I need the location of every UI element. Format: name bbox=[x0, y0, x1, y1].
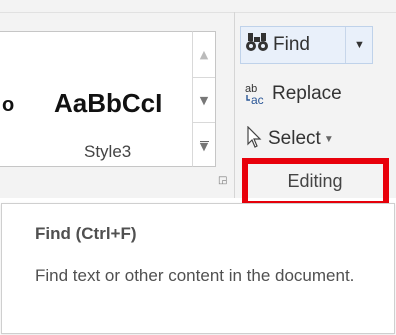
chevron-down-icon: ▼ bbox=[199, 93, 209, 107]
style-name: Style3 bbox=[84, 142, 132, 161]
style-sample-previous[interactable]: o bbox=[2, 94, 14, 117]
gallery-more-button[interactable]: ▼ bbox=[193, 122, 215, 167]
select-button[interactable]: Select ▼ bbox=[240, 120, 334, 158]
group-divider bbox=[234, 12, 235, 198]
find-dropdown-arrow[interactable]: ▼ bbox=[347, 27, 372, 63]
cursor-icon bbox=[246, 125, 262, 153]
binoculars-icon bbox=[245, 31, 269, 59]
gallery-scroll: ▲ ▼ ▼ bbox=[192, 31, 216, 167]
select-label: Select bbox=[268, 128, 321, 149]
find-button[interactable]: Find ▼ bbox=[240, 26, 373, 64]
gallery-scroll-down-button[interactable]: ▼ bbox=[193, 77, 215, 122]
tooltip-description: Find text or other content in the docume… bbox=[35, 266, 355, 285]
replace-icon: ab ac bbox=[244, 82, 268, 107]
find-label: Find bbox=[273, 34, 310, 55]
dialog-launcher-icon[interactable]: ◲ bbox=[218, 175, 228, 186]
styles-gallery[interactable]: o AaBbCcI Style3 bbox=[0, 31, 193, 167]
svg-text:ac: ac bbox=[251, 93, 264, 106]
style-sample[interactable]: AaBbCcI bbox=[54, 88, 162, 119]
replace-label: Replace bbox=[272, 83, 342, 104]
chevron-up-icon: ▲ bbox=[199, 47, 209, 61]
more-icon: ▼ bbox=[199, 139, 209, 153]
gallery-scroll-up-button[interactable]: ▲ bbox=[193, 32, 215, 76]
chevron-down-icon: ▼ bbox=[323, 133, 334, 145]
word-ribbon-screenshot: o AaBbCcI Style3 ▲ ▼ ▼ ◲ Find ▼ ab ac Re… bbox=[0, 0, 396, 335]
chevron-down-icon: ▼ bbox=[354, 39, 365, 51]
split-divider bbox=[345, 27, 346, 63]
highlight-annotation bbox=[242, 158, 389, 207]
replace-button[interactable]: ab ac Replace bbox=[240, 75, 342, 113]
ribbon: o AaBbCcI Style3 ▲ ▼ ▼ ◲ Find ▼ ab ac Re… bbox=[0, 0, 396, 207]
find-tooltip: Find (Ctrl+F) Find text or other content… bbox=[1, 203, 395, 334]
tooltip-title: Find (Ctrl+F) bbox=[35, 224, 137, 243]
ribbon-top-border bbox=[0, 0, 396, 13]
